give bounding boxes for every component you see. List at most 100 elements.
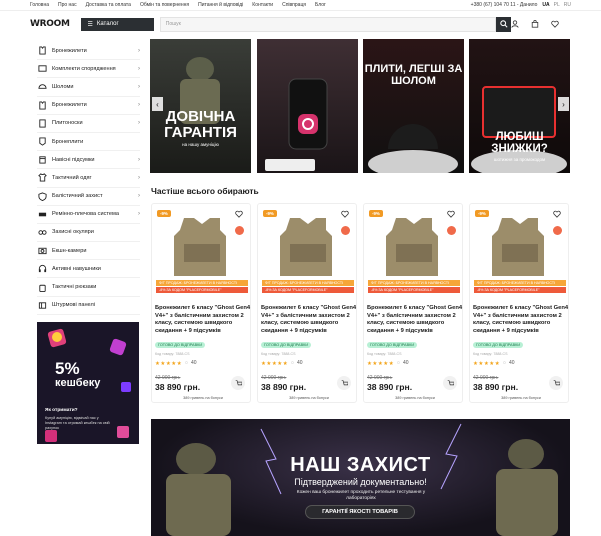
add-to-cart-button[interactable] xyxy=(549,376,563,390)
banner-subtitle: шотижня за промокодом xyxy=(493,157,546,162)
top-link-faq[interactable]: Питання й відповіді xyxy=(198,2,243,8)
phone-illustration xyxy=(265,78,328,171)
belt-icon xyxy=(37,210,47,219)
review-count-value: 40 xyxy=(508,360,515,366)
product-code: Код товару: 7888-CS xyxy=(367,352,402,356)
sidebar-item-headphones[interactable]: Активні навушники xyxy=(37,260,140,279)
language-switcher: UA PL RU xyxy=(542,2,571,8)
top-link-cooperation[interactable]: Співпраця xyxy=(282,2,306,8)
top-link-about[interactable]: Про нас xyxy=(58,2,77,8)
sidebar-item-glasses[interactable]: Захисні окуляри xyxy=(37,224,140,243)
add-to-cart-button[interactable] xyxy=(443,376,457,390)
sidebar-item-label: Екшн-камери xyxy=(52,247,87,254)
user-icon[interactable] xyxy=(511,20,519,28)
pouch-icon xyxy=(37,155,47,164)
quality-banner[interactable]: НАШ ЗАХИСТ Підтверджений документально! … xyxy=(151,419,570,536)
cashback-description: Купуй амуніцію, відмічай нас у Instagram… xyxy=(45,416,110,430)
top-link-delivery[interactable]: Доставка та оплата xyxy=(86,2,131,8)
cart-icon[interactable] xyxy=(531,20,539,28)
cart-icon xyxy=(553,379,560,385)
sidebar-item-gear-kits[interactable]: Комплекти спорядження › xyxy=(37,60,140,79)
chevron-right-icon: › xyxy=(138,193,140,200)
sidebar-item-body-armor-2[interactable]: Бронежилети › xyxy=(37,97,140,115)
review-count: ◌ 40 xyxy=(397,360,409,366)
sidebar-item-armor-plates[interactable]: Бронеплити xyxy=(37,133,140,152)
carousel-next-button[interactable]: › xyxy=(558,97,569,111)
product-name[interactable]: Бронежилет 6 класу "Ghost Gen4 V4+" з ба… xyxy=(473,305,569,336)
sidebar-item-helmets[interactable]: Шоломи › xyxy=(37,78,140,97)
promo-banner-warranty[interactable]: ДОВІЧНА ГАРАНТІЯ на нашу амуніцію xyxy=(150,39,251,173)
lang-ru[interactable]: RU xyxy=(564,2,571,8)
top-link-blog[interactable]: Блог xyxy=(315,2,326,8)
banner-title: ЛЮБИШ ЗНИЖКИ? xyxy=(491,131,548,155)
top-right: +380 (67) 104 70 11 - Данило UA PL RU xyxy=(471,2,571,8)
promo-banner-instagram[interactable] xyxy=(257,39,358,173)
heart-icon[interactable] xyxy=(551,20,559,28)
old-price: 42 900 грн. xyxy=(261,375,287,381)
sidebar-item-label: Бронежилети xyxy=(52,47,87,54)
product-name[interactable]: Бронежилет 6 класу "Ghost Gen4 V4+" з ба… xyxy=(261,305,357,336)
card-info: Бронежилет 6 класу "Ghost Gen4 V4+" з ба… xyxy=(155,204,251,404)
vest-icon xyxy=(37,101,47,110)
cashback-banner[interactable]: 5% кешбеку Як отримати? Купуй амуніцію, … xyxy=(37,322,139,444)
card-info: Бронежилет 6 класу "Ghost Gen4 V4+" з ба… xyxy=(367,204,463,404)
backpack-icon xyxy=(37,283,47,292)
quality-guarantee-button[interactable]: ГАРАНТІЇ ЯКОСТІ ТОВАРІВ xyxy=(305,505,415,519)
header: WROOM ☰ Каталог Пошук xyxy=(0,12,601,36)
sidebar-item-label: Комплекти спорядження xyxy=(52,65,116,72)
catalog-label: Каталог xyxy=(96,21,119,27)
vest-icon xyxy=(37,46,47,55)
sidebar-item-label: Бронежилети xyxy=(52,102,87,109)
product-name[interactable]: Бронежилет 6 класу "Ghost Gen4 V4+" з ба… xyxy=(155,305,251,336)
sidebar-item-assault-panels[interactable]: Штурмові панелі xyxy=(37,297,140,315)
sidebar-item-body-armor[interactable]: Бронежилети › xyxy=(37,42,140,61)
sidebar-item-plate-carriers[interactable]: Плитоноски › xyxy=(37,115,140,133)
chevron-left-icon: ‹ xyxy=(156,99,159,109)
sidebar-item-label: Активні навушники xyxy=(52,265,101,272)
rating-stars: ★★★★★ xyxy=(473,361,501,367)
promo-banner-plates[interactable]: ПЛИТИ, ЛЕГШІ ЗА ШОЛОМ xyxy=(363,39,464,173)
top-bar: Головна Про нас Доставка та оплата Обмін… xyxy=(0,0,601,11)
top-link-contacts[interactable]: Контакти xyxy=(252,2,273,8)
promo-banner-discounts[interactable]: ЛЮБИШ ЗНИЖКИ? шотижня за промокодом xyxy=(469,39,570,173)
add-to-cart-button[interactable] xyxy=(337,376,351,390)
cashback-percent: 5% xyxy=(55,359,80,378)
search-input[interactable]: Пошук xyxy=(159,16,497,32)
camera-icon xyxy=(37,246,47,255)
cart-icon xyxy=(447,379,454,385)
sidebar-item-backpacks[interactable]: Тактичні рюкзаки xyxy=(37,278,140,297)
sidebar-item-label: Шоломи xyxy=(52,83,74,90)
logo[interactable]: WROOM xyxy=(30,19,81,29)
sidebar-item-belt-system[interactable]: Ремінно-плечова система › xyxy=(37,206,140,224)
sidebar-item-clothing[interactable]: Тактичний одяг › xyxy=(37,169,140,188)
sidebar-item-label: Ремінно-плечова система xyxy=(52,211,119,218)
product-code: Код товару: 7888-CS xyxy=(155,352,190,356)
catalog-button[interactable]: ☰ Каталог xyxy=(81,17,154,31)
plate-carrier-icon xyxy=(37,119,47,128)
carousel-prev-button[interactable]: ‹ xyxy=(152,97,163,111)
phone-number[interactable]: +380 (67) 104 70 11 - Данило xyxy=(471,2,538,8)
review-count-value: 40 xyxy=(190,360,197,366)
product-name[interactable]: Бронежилет 6 класу "Ghost Gen4 V4+" з ба… xyxy=(367,305,463,336)
lang-pl[interactable]: PL xyxy=(554,2,560,8)
search-button[interactable] xyxy=(496,16,511,32)
top-link-returns[interactable]: Обмін та повернення xyxy=(140,2,189,8)
product-card[interactable]: -9% Ф/Т ПРОДАЖ: БРОНЕЖИЛЕТИ В НАЯВНОСТІ … xyxy=(363,203,463,403)
product-card[interactable]: -9% Ф/Т ПРОДАЖ: БРОНЕЖИЛЕТИ В НАЯВНОСТІ … xyxy=(151,203,251,403)
review-count: ◌ 40 xyxy=(503,360,515,366)
glasses-icon xyxy=(37,228,47,237)
add-to-cart-button[interactable] xyxy=(231,376,245,390)
sidebar-item-ballistic[interactable]: Балістичний захист › xyxy=(37,188,140,206)
shield-icon xyxy=(37,192,47,201)
sidebar-item-action-cameras[interactable]: Екшн-камери xyxy=(37,242,140,261)
comment-icon: ◌ xyxy=(503,360,506,366)
sidebar-item-pouches[interactable]: Навісні підсумки › xyxy=(37,151,140,170)
rating-stars: ★★★★★ xyxy=(261,361,289,367)
cashback-question: Як отримати? xyxy=(45,408,78,413)
lang-ua[interactable]: UA xyxy=(542,2,549,8)
price: 38 890 грн. xyxy=(155,382,201,392)
product-card[interactable]: -9% Ф/Т ПРОДАЖ: БРОНЕЖИЛЕТИ В НАЯВНОСТІ … xyxy=(257,203,357,403)
top-link-home[interactable]: Головна xyxy=(30,2,49,8)
rating-stars: ★★★★★ xyxy=(155,361,183,367)
product-card[interactable]: -9% Ф/Т ПРОДАЖ: БРОНЕЖИЛЕТИ В НАЯВНОСТІ … xyxy=(469,203,569,403)
